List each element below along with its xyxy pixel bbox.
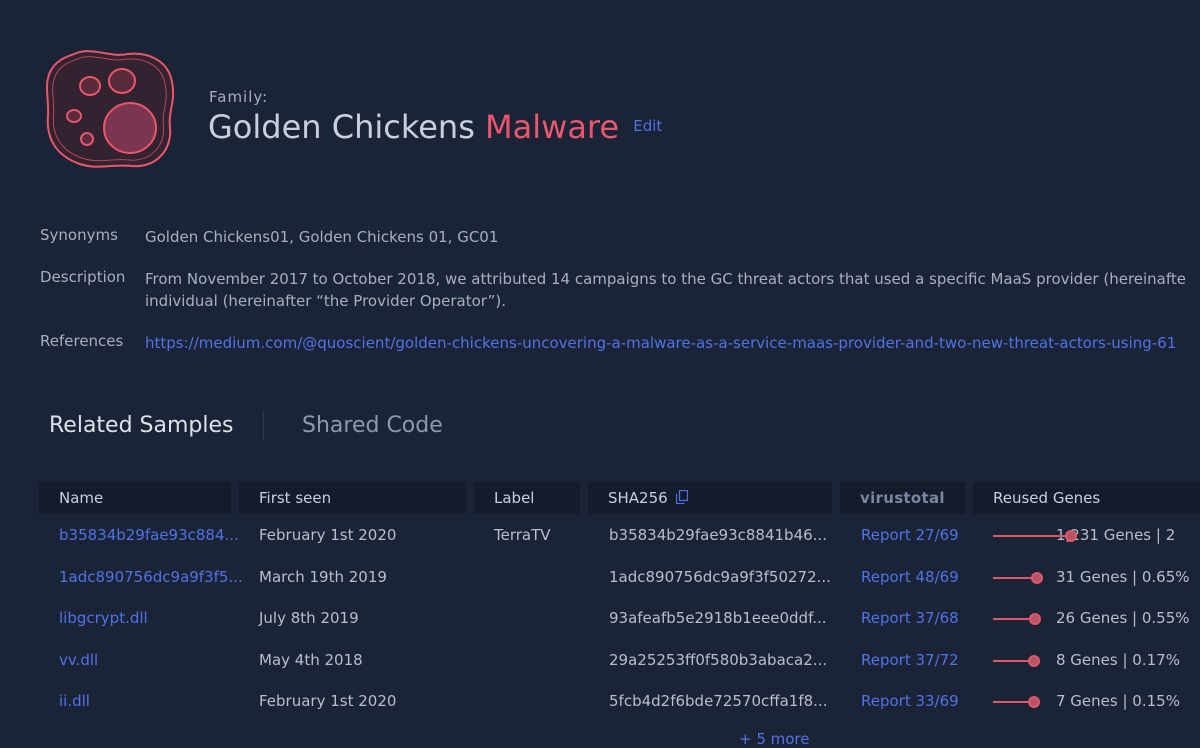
sample-name-link[interactable]: vv.dll	[59, 651, 98, 669]
first-seen-cell: May 4th 2018	[259, 651, 363, 669]
reused-genes-text: 31 Genes | 0.65%	[1056, 568, 1190, 586]
description-line-2: individual (hereinafter “the Provider Op…	[145, 292, 506, 310]
first-seen-cell: February 1st 2020	[259, 692, 397, 710]
gene-bar-handle	[1065, 530, 1077, 542]
edit-link[interactable]: Edit	[633, 117, 662, 135]
sha256-cell: 29a25253ff0f580b3abaca2...	[609, 651, 828, 669]
first-seen-cell: March 19th 2019	[259, 568, 387, 586]
gene-bar-handle	[1031, 572, 1043, 584]
column-header-reused-genes[interactable]: Reused Genes	[973, 482, 1200, 514]
gene-bar-handle	[1028, 696, 1040, 708]
column-header-label[interactable]: Label	[474, 482, 580, 514]
column-header-name[interactable]: Name	[39, 482, 231, 514]
reference-link[interactable]: https://medium.com/@quoscient/golden-chi…	[145, 332, 1176, 354]
references-key: References	[40, 332, 124, 350]
gene-bar-handle	[1028, 655, 1040, 667]
column-header-sha256[interactable]: SHA256	[588, 482, 832, 514]
column-header-virustotal[interactable]: virustotal	[840, 482, 965, 514]
column-header-first-seen[interactable]: First seen	[239, 482, 466, 514]
sha256-cell: 93afeafb5e2918b1eee0ddf...	[609, 609, 827, 627]
description-line-1: From November 2017 to October 2018, we a…	[145, 270, 1187, 288]
column-name-label: Name	[59, 489, 104, 507]
sample-name-link[interactable]: ii.dll	[59, 692, 90, 710]
page-title: Golden Chickens Malware Edit	[208, 108, 662, 146]
gene-bar	[993, 535, 1071, 537]
show-more-link[interactable]: + 5 more	[739, 730, 810, 748]
column-reused-genes-label: Reused Genes	[993, 489, 1101, 507]
copy-icon[interactable]	[676, 490, 689, 504]
first-seen-cell: February 1st 2020	[259, 526, 397, 544]
synonyms-key: Synonyms	[40, 226, 118, 244]
gene-bar-handle	[1029, 613, 1041, 625]
sha256-cell: b35834b29fae93c8841b46...	[609, 526, 827, 544]
column-label-label: Label	[494, 489, 535, 507]
tab-shared-code[interactable]: Shared Code	[302, 413, 443, 438]
first-seen-cell: July 8th 2019	[259, 609, 359, 627]
paw-icon	[45, 50, 175, 168]
sample-name-link[interactable]: libgcrypt.dll	[59, 609, 148, 627]
family-name: Golden Chickens	[208, 108, 475, 146]
virustotal-report-link[interactable]: Report 27/69	[861, 526, 959, 544]
column-first-seen-label: First seen	[259, 489, 332, 507]
synonyms-value: Golden Chickens01, Golden Chickens 01, G…	[145, 228, 499, 246]
sha256-cell: 5fcb4d2f6bde72570cffa1f8...	[609, 692, 828, 710]
reused-genes-text: 26 Genes | 0.55%	[1056, 609, 1190, 627]
sample-name-link[interactable]: 1adc890756dc9a9f3f5...	[59, 568, 243, 586]
label-cell: TerraTV	[494, 526, 551, 544]
virustotal-logo: virustotal	[860, 489, 945, 507]
description-key: Description	[40, 268, 126, 286]
description-value: From November 2017 to October 2018, we a…	[145, 268, 1186, 312]
reused-genes-text: 7 Genes | 0.15%	[1056, 692, 1180, 710]
virustotal-report-link[interactable]: Report 37/72	[861, 651, 959, 669]
virustotal-report-link[interactable]: Report 37/68	[861, 609, 959, 627]
reused-genes-text: 8 Genes | 0.17%	[1056, 651, 1180, 669]
family-kind: Malware	[485, 108, 620, 146]
tab-related-samples[interactable]: Related Samples	[49, 413, 234, 438]
virustotal-report-link[interactable]: Report 33/69	[861, 692, 959, 710]
sha256-cell: 1adc890756dc9a9f3f50272...	[609, 568, 831, 586]
virustotal-report-link[interactable]: Report 48/69	[861, 568, 959, 586]
sample-name-link[interactable]: b35834b29fae93c884...	[59, 526, 239, 544]
column-sha256-label: SHA256	[608, 489, 668, 507]
tab-divider	[263, 411, 264, 441]
family-label: Family:	[209, 88, 269, 106]
